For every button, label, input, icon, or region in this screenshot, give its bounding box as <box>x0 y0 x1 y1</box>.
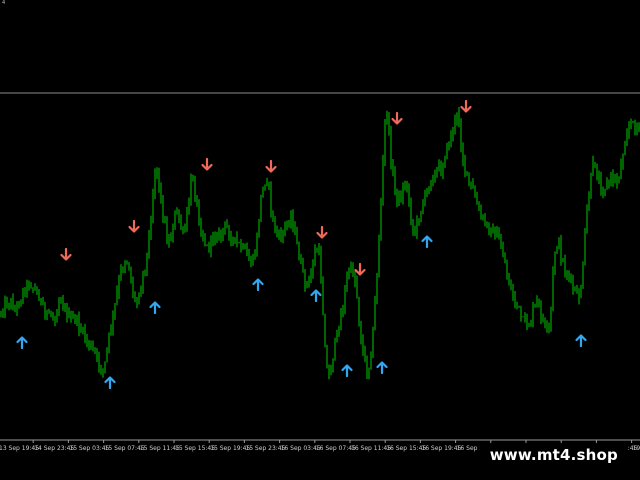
buy-arrow-icon <box>376 361 388 375</box>
x-tick-label: 16 Sep 15:45 <box>386 445 426 452</box>
candles-group <box>0 106 640 380</box>
buy-arrow-icon <box>104 376 116 390</box>
buy-arrow-icon <box>310 289 322 303</box>
x-tick-label: 15 Sep 23:45 <box>245 445 285 452</box>
corner-label: 4 <box>2 0 6 6</box>
buy-arrow-icon <box>16 336 28 350</box>
x-tick-label: 16 Sep 19:45 <box>421 445 461 452</box>
sell-arrow-icon <box>316 225 328 239</box>
x-tick-label: 16 Sep 03:45 <box>281 445 321 452</box>
sell-arrow-icon <box>460 99 472 113</box>
sell-arrow-icon <box>391 111 403 125</box>
x-tick-label: 14 Sep 23:45 <box>34 445 74 452</box>
x-tick-label: 16 Sep 07:45 <box>316 445 356 452</box>
buy-arrow-icon <box>341 364 353 378</box>
x-tick-label: 15 Sep 19:45 <box>210 445 250 452</box>
x-tick-label: 15 Sep 07:45 <box>105 445 145 452</box>
signal-arrows-group <box>16 99 587 390</box>
sell-arrow-icon <box>265 159 277 173</box>
sell-arrow-icon <box>354 262 366 276</box>
buy-arrow-icon <box>421 235 433 249</box>
chart-canvas[interactable]: 13 Sep 19:4514 Sep 23:4515 Sep 03:4515 S… <box>0 0 640 480</box>
x-tick-label: 15 Sep 15:45 <box>175 445 215 452</box>
x-tick-label: 19 Sep 16:45 <box>633 445 640 452</box>
buy-arrow-icon <box>149 301 161 315</box>
sell-arrow-icon <box>201 157 213 171</box>
x-tick-label: 15 Sep 03:45 <box>69 445 109 452</box>
buy-arrow-icon <box>575 334 587 348</box>
sell-arrow-icon <box>128 219 140 233</box>
x-tick-label: 16 Sep 11:45 <box>351 445 391 452</box>
price-chart[interactable]: 13 Sep 19:45 14 Sep 23:45 15 Sep 03:45 15 S… <box>0 0 640 480</box>
buy-arrow-icon <box>252 278 264 292</box>
watermark-label: www.mt4.shop <box>479 444 628 466</box>
sell-arrow-icon <box>60 247 72 261</box>
x-tick-label: 15 Sep 11:45 <box>140 445 180 452</box>
